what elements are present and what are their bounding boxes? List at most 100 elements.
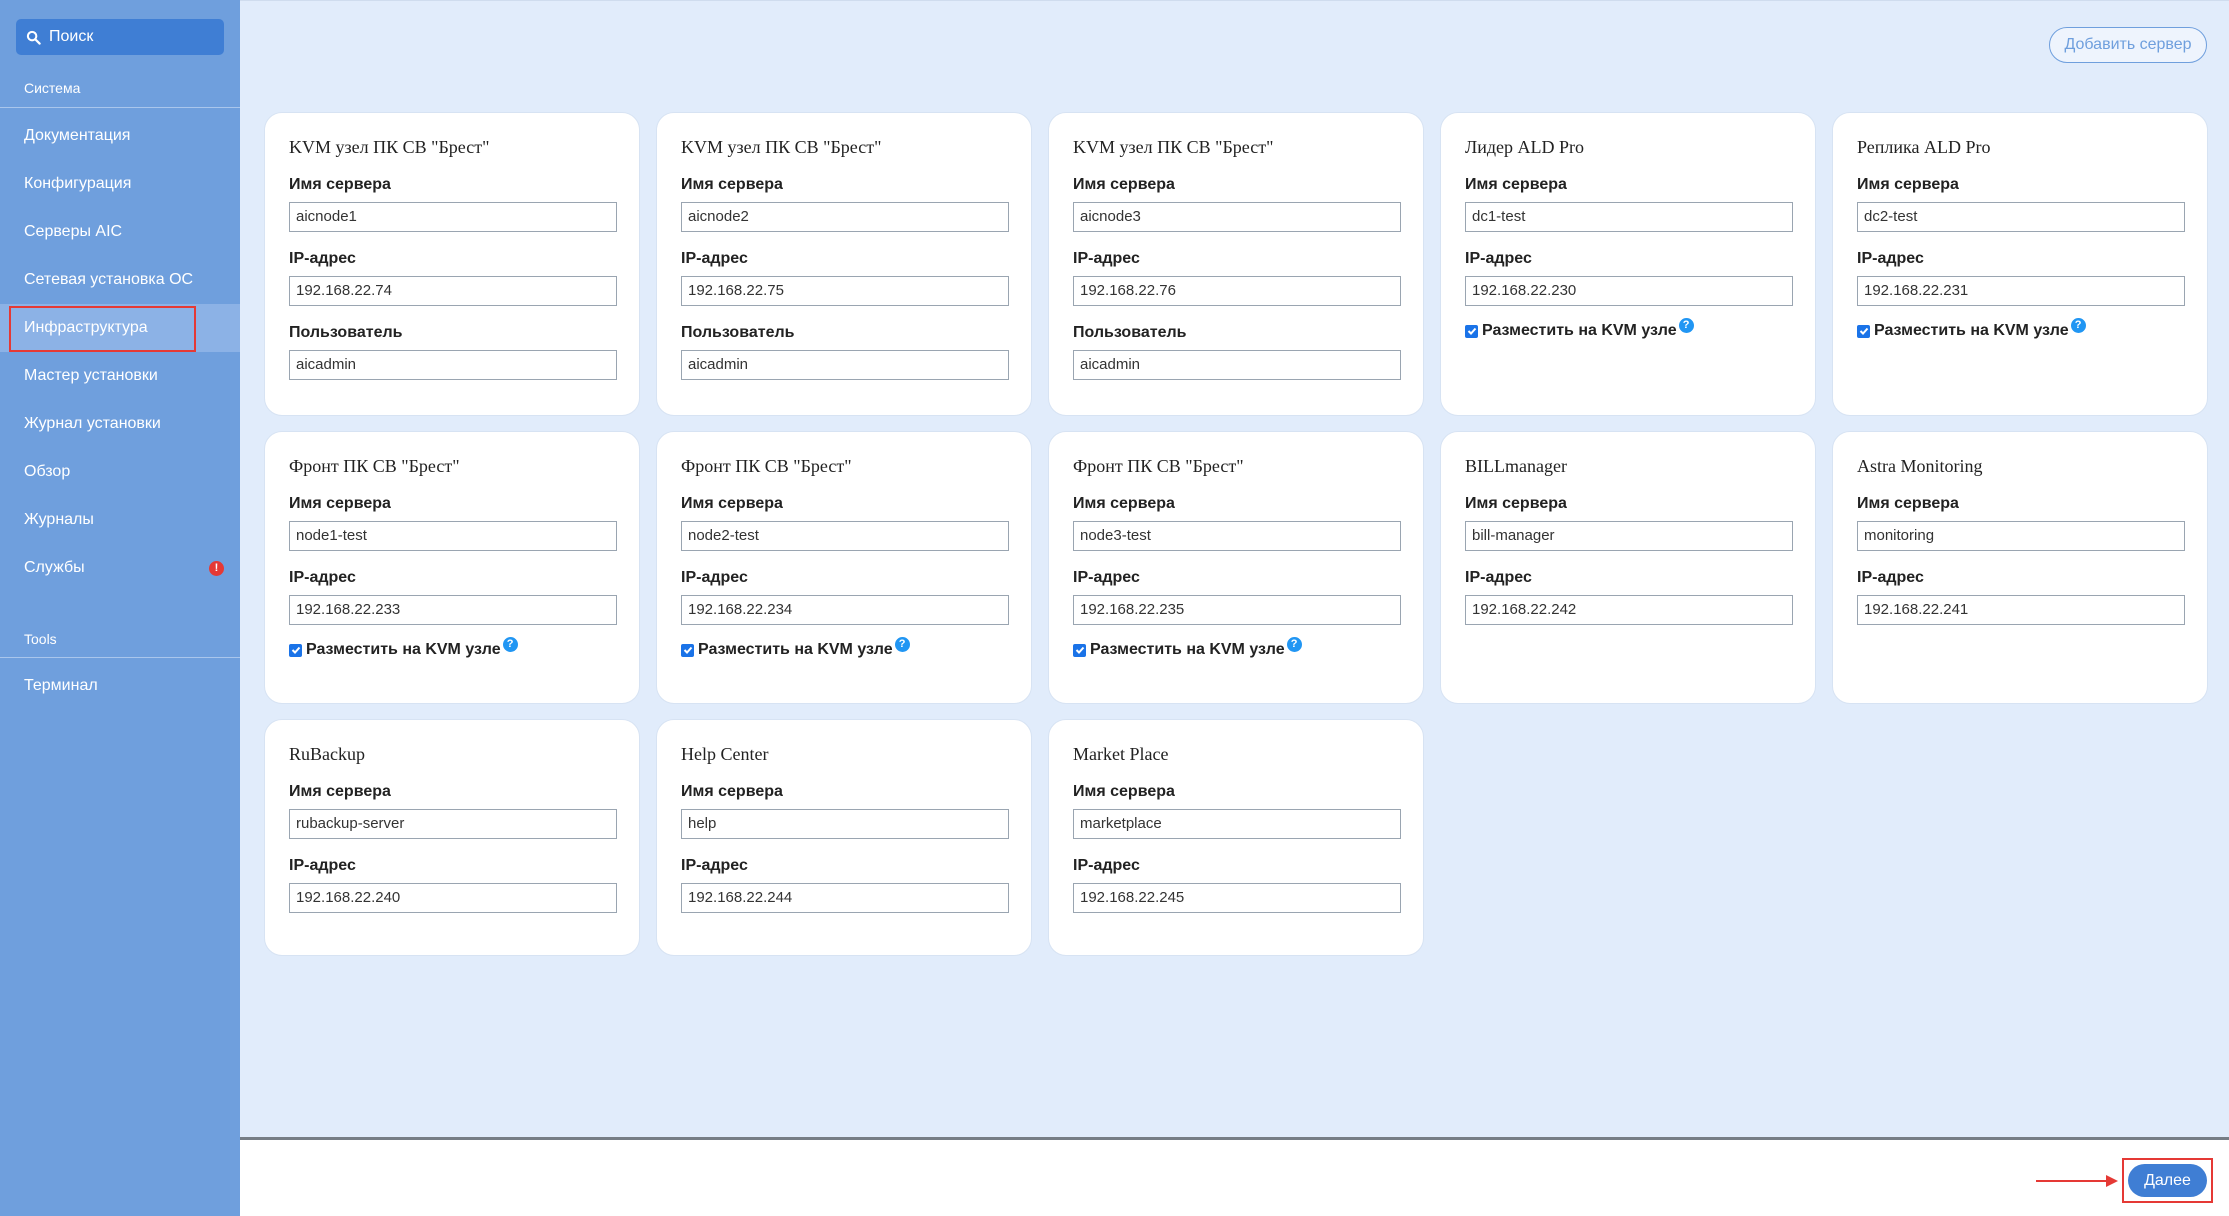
server-name-field[interactable]: node1-test <box>289 521 617 551</box>
sidebar-item-label: Журналы <box>24 511 94 528</box>
card-title: Astra Monitoring <box>1857 456 1983 476</box>
checkbox-label: Разместить на KVM узле <box>306 641 501 658</box>
sidebar-item-configuration[interactable]: Конфигурация <box>0 160 240 208</box>
server-name-field[interactable]: rubackup-server <box>289 809 617 839</box>
server-name-field[interactable]: dc2-test <box>1857 202 2185 232</box>
sidebar-item-install-wizard[interactable]: Мастер установки <box>0 352 240 400</box>
sidebar-item-network-install[interactable]: Сетевая установка ОС <box>0 256 240 304</box>
checkbox-checked-icon[interactable] <box>1465 324 1478 338</box>
ip-field[interactable]: 192.168.22.233 <box>289 595 617 625</box>
ip-field[interactable]: 192.168.22.76 <box>1073 276 1401 306</box>
ip-field[interactable]: 192.168.22.242 <box>1465 595 1793 625</box>
server-name-label: Имя сервера <box>681 176 783 193</box>
ip-label: IP-адрес <box>289 569 356 586</box>
server-name-field[interactable]: node3-test <box>1073 521 1401 551</box>
server-card: BILLmanager Имя сервера bill-manager IP-… <box>1440 431 1816 704</box>
sidebar: Поиск Система Документация Конфигурация … <box>0 0 240 1216</box>
place-on-kvm-checkbox[interactable]: Разместить на KVM узле ? <box>1465 317 1791 340</box>
ip-field[interactable]: 192.168.22.244 <box>681 883 1009 913</box>
ip-field[interactable]: 192.168.22.235 <box>1073 595 1401 625</box>
server-card: KVM узел ПК СВ "Брест" Имя сервера aicno… <box>264 112 640 416</box>
server-card: Help Center Имя сервера help IP-адрес 19… <box>656 719 1032 956</box>
sidebar-item-logs[interactable]: Журналы <box>0 496 240 544</box>
add-server-button[interactable]: Добавить сервер <box>2049 27 2207 63</box>
sidebar-item-install-log[interactable]: Журнал установки <box>0 400 240 448</box>
card-title: KVM узел ПК СВ "Брест" <box>1073 137 1274 157</box>
sidebar-item-terminal[interactable]: Терминал <box>0 662 240 710</box>
server-name-label: Имя сервера <box>289 176 391 193</box>
server-name-field[interactable]: aicnode2 <box>681 202 1009 232</box>
server-name-field[interactable]: monitoring <box>1857 521 2185 551</box>
sidebar-item-overview[interactable]: Обзор <box>0 448 240 496</box>
server-name-label: Имя сервера <box>681 783 783 800</box>
server-name-label: Имя сервера <box>681 495 783 512</box>
place-on-kvm-checkbox[interactable]: Разместить на KVM узле ? <box>289 636 615 659</box>
ip-field[interactable]: 192.168.22.241 <box>1857 595 2185 625</box>
checkbox-label: Разместить на KVM узле <box>1874 322 2069 339</box>
server-name-field[interactable]: aicnode1 <box>289 202 617 232</box>
card-title: BILLmanager <box>1465 456 1567 476</box>
ip-field[interactable]: 192.168.22.231 <box>1857 276 2185 306</box>
user-field[interactable]: aicadmin <box>289 350 617 380</box>
ip-field[interactable]: 192.168.22.75 <box>681 276 1009 306</box>
help-icon[interactable]: ? <box>2070 317 2086 333</box>
card-title: KVM узел ПК СВ "Брест" <box>289 137 490 157</box>
checkbox-checked-icon[interactable] <box>289 643 302 657</box>
place-on-kvm-checkbox[interactable]: Разместить на KVM узле ? <box>681 636 1007 659</box>
footer-bar: Далее <box>240 1137 2229 1216</box>
help-icon[interactable]: ? <box>894 636 910 652</box>
place-on-kvm-checkbox[interactable]: Разместить на KVM узле ? <box>1073 636 1399 659</box>
card-title: Help Center <box>681 744 769 764</box>
ip-label: IP-адрес <box>1857 569 1924 586</box>
server-name-field[interactable]: marketplace <box>1073 809 1401 839</box>
ip-label: IP-адрес <box>1465 250 1532 267</box>
highlight-box <box>9 306 196 352</box>
next-button[interactable]: Далее <box>2128 1164 2207 1197</box>
server-name-label: Имя сервера <box>1073 176 1175 193</box>
server-name-field[interactable]: dc1-test <box>1465 202 1793 232</box>
ip-field[interactable]: 192.168.22.74 <box>289 276 617 306</box>
sidebar-item-services[interactable]: Службы! <box>0 544 240 592</box>
help-icon[interactable]: ? <box>502 636 518 652</box>
server-name-label: Имя сервера <box>289 783 391 800</box>
server-name-field[interactable]: aicnode3 <box>1073 202 1401 232</box>
sidebar-item-label: Документация <box>24 127 131 144</box>
sidebar-item-aic-servers[interactable]: Серверы AIC <box>0 208 240 256</box>
checkbox-checked-icon[interactable] <box>1073 643 1086 657</box>
ip-field[interactable]: 192.168.22.234 <box>681 595 1009 625</box>
sidebar-item-label: Обзор <box>24 463 71 480</box>
ip-label: IP-адрес <box>681 250 748 267</box>
sidebar-item-label: Мастер установки <box>24 367 158 384</box>
ip-label: IP-адрес <box>289 250 356 267</box>
server-name-field[interactable]: bill-manager <box>1465 521 1793 551</box>
sidebar-item-label: Службы <box>24 559 85 576</box>
user-field[interactable]: aicadmin <box>1073 350 1401 380</box>
ip-field[interactable]: 192.168.22.240 <box>289 883 617 913</box>
place-on-kvm-checkbox[interactable]: Разместить на KVM узле ? <box>1857 317 2183 340</box>
sidebar-item-label: Конфигурация <box>24 175 132 192</box>
user-field[interactable]: aicadmin <box>681 350 1009 380</box>
server-card: KVM узел ПК СВ "Брест" Имя сервера aicno… <box>656 112 1032 416</box>
help-icon[interactable]: ? <box>1286 636 1302 652</box>
card-title: RuBackup <box>289 744 365 764</box>
server-name-label: Имя сервера <box>1465 176 1567 193</box>
ip-field[interactable]: 192.168.22.230 <box>1465 276 1793 306</box>
sidebar-item-infrastructure[interactable]: Инфраструктура <box>0 304 240 352</box>
server-name-field[interactable]: help <box>681 809 1009 839</box>
help-icon[interactable]: ? <box>1678 317 1694 333</box>
search-input[interactable]: Поиск <box>16 19 224 55</box>
card-title: Фронт ПК СВ "Брест" <box>1073 456 1244 476</box>
server-name-field[interactable]: node2-test <box>681 521 1009 551</box>
ip-field[interactable]: 192.168.22.245 <box>1073 883 1401 913</box>
server-card: Фронт ПК СВ "Брест" Имя сервера node3-te… <box>1048 431 1424 704</box>
main-content: Добавить сервер KVM узел ПК СВ "Брест" И… <box>240 0 2229 1137</box>
server-name-label: Имя сервера <box>1073 783 1175 800</box>
server-name-label: Имя сервера <box>1073 495 1175 512</box>
card-title: Реплика ALD Pro <box>1857 137 1991 157</box>
ip-label: IP-адрес <box>1857 250 1924 267</box>
checkbox-checked-icon[interactable] <box>681 643 694 657</box>
checkbox-label: Разместить на KVM узле <box>1482 322 1677 339</box>
sidebar-item-label: Журнал установки <box>24 415 161 432</box>
sidebar-item-documentation[interactable]: Документация <box>0 112 240 160</box>
checkbox-checked-icon[interactable] <box>1857 324 1870 338</box>
